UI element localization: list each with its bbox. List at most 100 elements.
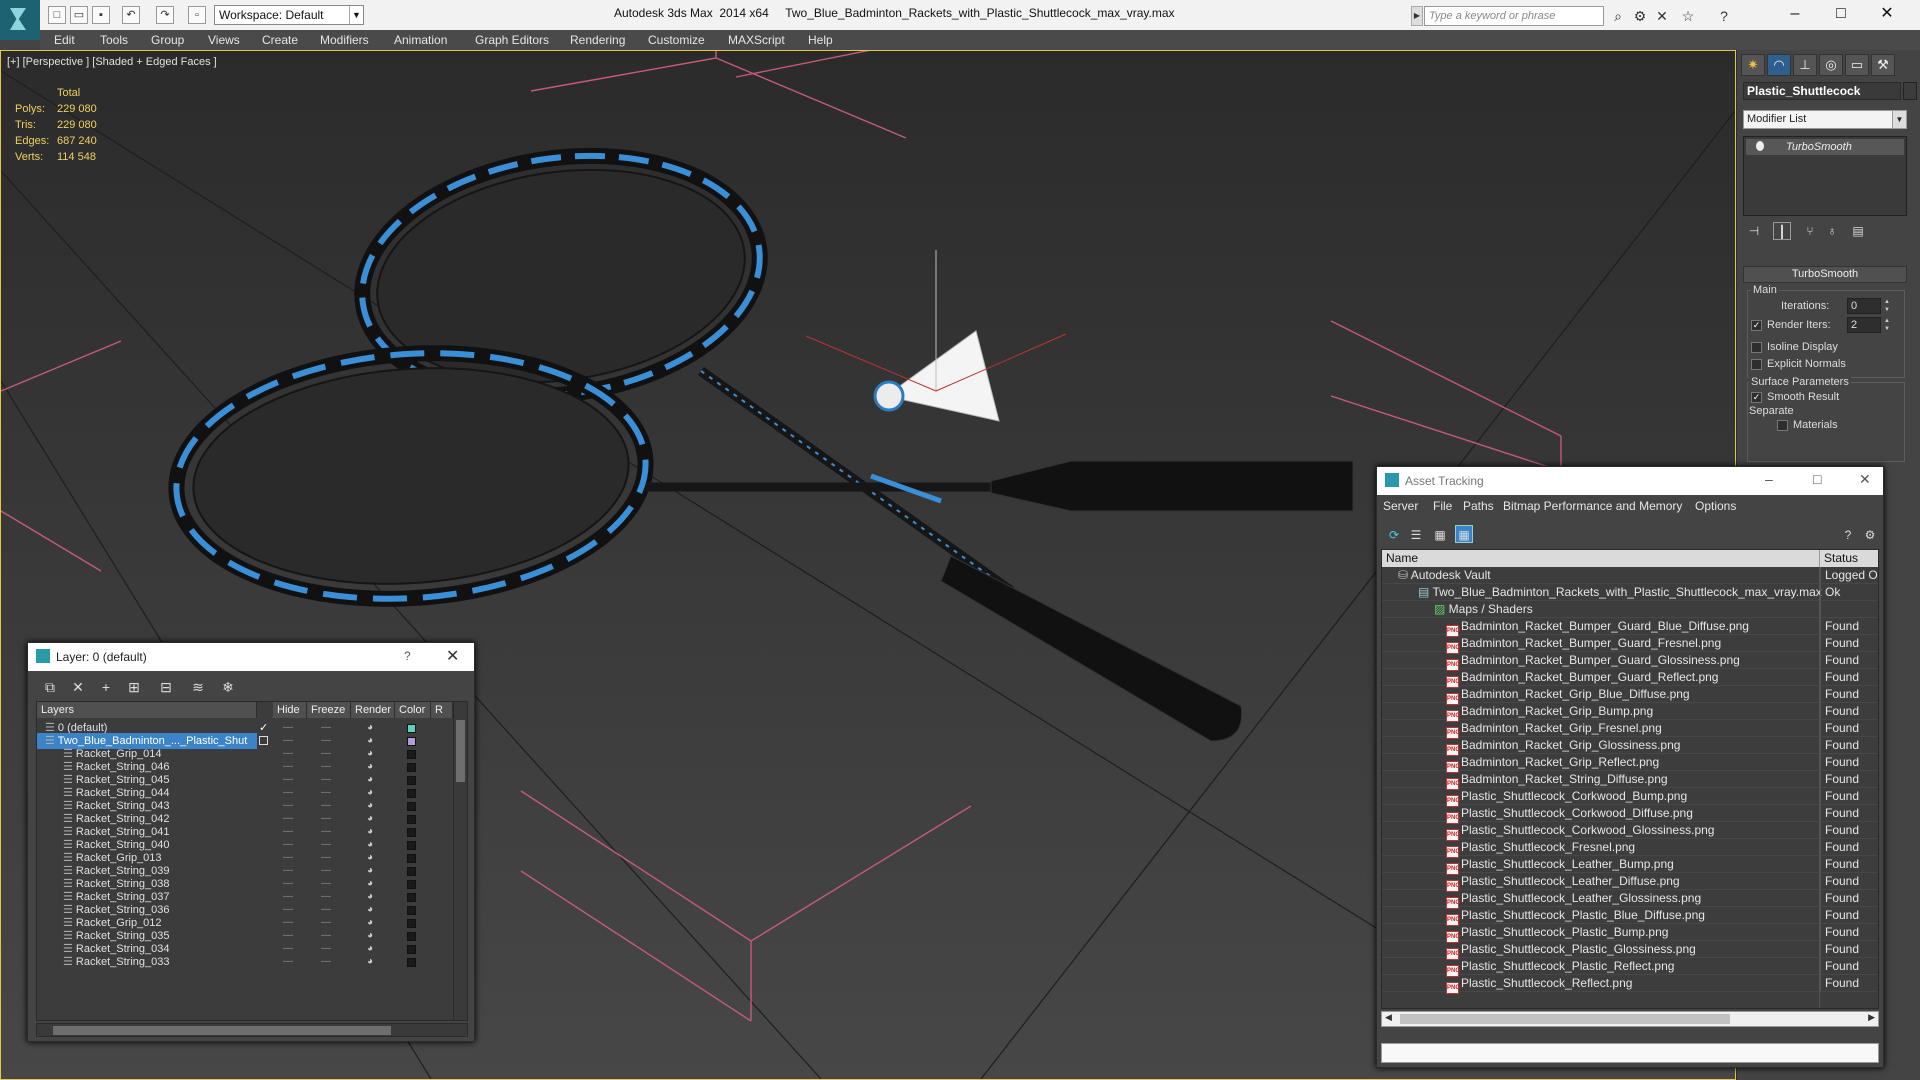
asset-row[interactable]: PNGBadminton_Racket_Bumper_Guard_Glossin…	[1382, 652, 1878, 671]
hierarchy-tab-icon[interactable]: ⊥	[1793, 54, 1817, 76]
layer-color-swatch[interactable]	[407, 789, 416, 798]
layer-color-swatch[interactable]	[407, 880, 416, 889]
layer-color-swatch[interactable]	[407, 737, 416, 746]
open-file-icon[interactable]: ▭	[70, 6, 88, 24]
remove-modifier-icon[interactable]: ♁	[1823, 222, 1841, 240]
render-iters-checkbox[interactable]: ✓	[1751, 320, 1762, 331]
list-view-icon[interactable]: ☰	[1407, 525, 1425, 543]
select-objects-icon[interactable]: ⊞	[124, 677, 144, 697]
layer-color-swatch[interactable]	[407, 750, 416, 759]
settings-icon[interactable]: ⚙	[1861, 525, 1879, 543]
favorites-star-icon[interactable]: ☆	[1678, 6, 1698, 26]
scroll-thumb[interactable]	[53, 1026, 391, 1035]
hide-all-icon[interactable]: ≋	[188, 677, 208, 697]
display-tab-icon[interactable]: ▭	[1845, 54, 1869, 76]
save-file-icon[interactable]: ▪	[92, 6, 110, 24]
asset-dialog-titlebar[interactable]: Asset Tracking – □ ✕	[1377, 467, 1883, 495]
undo-icon[interactable]: ↶	[122, 6, 140, 24]
menu-create[interactable]: Create	[262, 33, 298, 47]
modifier-list-dropdown[interactable]: Modifier List ▼	[1743, 110, 1907, 129]
pin-stack-icon[interactable]: ⊣	[1745, 222, 1763, 240]
workspace-select[interactable]: Workspace: Default ▼	[214, 5, 364, 25]
asset-row[interactable]: PNGPlastic_Shuttlecock_Fresnel.png Found	[1382, 839, 1878, 858]
asset-row[interactable]: PNGPlastic_Shuttlecock_Corkwood_Bump.png…	[1382, 788, 1878, 807]
column-color[interactable]: Color	[395, 702, 431, 718]
asset-row[interactable]: PNGBadminton_Racket_Grip_Glossiness.png F…	[1382, 737, 1878, 756]
maximize-button[interactable]: □	[1813, 471, 1821, 487]
new-file-icon[interactable]: □	[48, 6, 66, 24]
asset-row[interactable]: PNGBadminton_Racket_Grip_Bump.png Found	[1382, 703, 1878, 722]
hide-toggle[interactable]: —	[283, 954, 293, 970]
menu-views[interactable]: Views	[208, 33, 240, 47]
menu-server[interactable]: Server	[1383, 499, 1418, 513]
render-iters-spinner[interactable]: 2	[1847, 317, 1881, 333]
materials-checkbox[interactable]	[1777, 420, 1788, 431]
menu-group[interactable]: Group	[151, 33, 184, 47]
column-status[interactable]: Status	[1820, 550, 1878, 567]
menu-tools[interactable]: Tools	[100, 33, 128, 47]
asset-row[interactable]: PNGBadminton_Racket_Grip_Reflect.png Foun…	[1382, 754, 1878, 773]
menu-modifiers[interactable]: Modifiers	[320, 33, 369, 47]
search-input[interactable]: Type a keyword or phrase	[1424, 6, 1604, 26]
asset-row[interactable]: PNGPlastic_Shuttlecock_Plastic_Bump.png F…	[1382, 924, 1878, 943]
app-logo-icon[interactable]	[0, 0, 40, 40]
menu-customize[interactable]: Customize	[648, 33, 705, 47]
column-hide[interactable]: Hide	[273, 702, 307, 718]
close-button[interactable]: ✕	[1864, 0, 1910, 30]
layer-color-swatch[interactable]	[407, 932, 416, 941]
layer-color-swatch[interactable]	[407, 802, 416, 811]
layer-color-swatch[interactable]	[407, 958, 416, 967]
search-expand-icon[interactable]: ▶	[1411, 6, 1423, 26]
project-folder-icon[interactable]: ▫	[188, 6, 206, 24]
asset-row[interactable]: ▤ Two_Blue_Badminton_Rackets_with_Plasti…	[1382, 584, 1878, 601]
asset-row[interactable]: PNGBadminton_Racket_Bumper_Guard_Fresnel…	[1382, 635, 1878, 654]
asset-row[interactable]: PNGPlastic_Shuttlecock_Leather_Glossines…	[1382, 890, 1878, 909]
modify-tab-icon[interactable]: ◠	[1767, 54, 1791, 76]
scroll-thumb[interactable]	[1400, 1014, 1730, 1024]
column-layers[interactable]: Layers	[37, 702, 257, 718]
communication-icon[interactable]: ✕	[1652, 6, 1672, 26]
help-icon[interactable]: ?	[1839, 525, 1857, 543]
horizontal-scrollbar[interactable]	[36, 1023, 468, 1037]
asset-row[interactable]: PNGPlastic_Shuttlecock_Plastic_Glossines…	[1382, 941, 1878, 960]
menu-help[interactable]: Help	[808, 33, 833, 47]
column-freeze[interactable]: Freeze	[307, 702, 351, 718]
asset-row[interactable]: PNGPlastic_Shuttlecock_Reflect.png Found	[1382, 975, 1878, 994]
asset-row[interactable]: PNGBadminton_Racket_String_Diffuse.png Fo…	[1382, 771, 1878, 790]
close-button[interactable]: ✕	[1859, 471, 1871, 488]
layer-color-swatch[interactable]	[407, 776, 416, 785]
subscription-icon[interactable]: ⚙	[1630, 6, 1650, 26]
spinner-arrows-icon[interactable]: ▲ ▼	[1883, 317, 1891, 333]
scroll-thumb[interactable]	[456, 720, 465, 782]
utilities-tab-icon[interactable]: ⚒	[1871, 54, 1895, 76]
menu-edit[interactable]: Edit	[54, 33, 75, 47]
render-teapot-icon[interactable]: ◕	[367, 954, 373, 970]
menu-paths[interactable]: Paths	[1463, 499, 1494, 513]
redo-icon[interactable]: ↷	[156, 6, 174, 24]
refresh-icon[interactable]: ⟳	[1385, 525, 1403, 543]
layer-color-swatch[interactable]	[407, 893, 416, 902]
asset-row[interactable]: PNGBadminton_Racket_Bumper_Guard_Blue_Di…	[1382, 618, 1878, 637]
maximize-button[interactable]: □	[1818, 0, 1864, 30]
object-color-swatch[interactable]	[1903, 82, 1917, 100]
table-view-icon[interactable]: ▦	[1455, 525, 1473, 543]
asset-row[interactable]: PNGBadminton_Racket_Grip_Fresnel.png Foun…	[1382, 720, 1878, 739]
light-bulb-icon[interactable]	[1756, 141, 1764, 151]
asset-row[interactable]: PNGPlastic_Shuttlecock_Leather_Diffuse.p…	[1382, 873, 1878, 892]
close-button[interactable]: ✕	[446, 646, 459, 666]
column-radiosity[interactable]: R	[431, 702, 453, 718]
make-unique-icon[interactable]: ⑂	[1801, 222, 1819, 240]
menu-graph-editors[interactable]: Graph Editors	[475, 33, 549, 47]
scroll-left-icon[interactable]: ◀	[1385, 1012, 1392, 1023]
menu-rendering[interactable]: Rendering	[570, 33, 625, 47]
horizontal-scrollbar[interactable]: ◀ ▶	[1381, 1011, 1879, 1027]
menu-file[interactable]: File	[1433, 499, 1452, 513]
column-render[interactable]: Render	[351, 702, 395, 718]
active-layer-toggle-icon[interactable]	[259, 736, 268, 745]
menu-options[interactable]: Options	[1695, 499, 1736, 513]
layer-color-swatch[interactable]	[407, 906, 416, 915]
menu-maxscript[interactable]: MAXScript	[728, 33, 785, 47]
layer-color-swatch[interactable]	[407, 841, 416, 850]
delete-layer-icon[interactable]: ✕	[68, 677, 88, 697]
smooth-result-checkbox[interactable]: ✓	[1751, 392, 1762, 403]
